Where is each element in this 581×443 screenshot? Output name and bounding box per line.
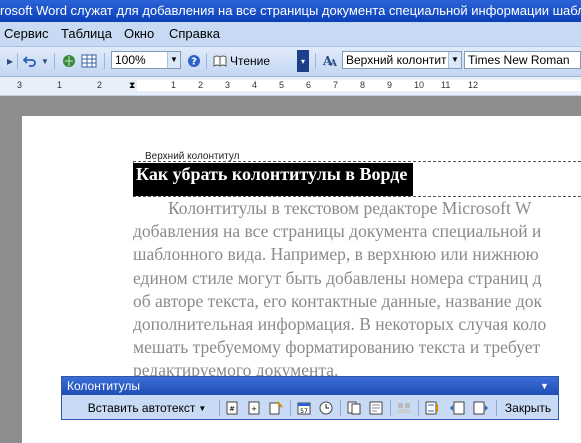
svg-text:#: # [229, 405, 235, 413]
hf-toolbar-title-bar[interactable]: Колонтитулы ▼ [62, 377, 558, 395]
menu-bar: Сервис Таблица Окно Справка [0, 22, 581, 47]
body-line: Колонтитулы в текстовом редакторе Micros… [133, 198, 532, 218]
undo-dropdown-icon[interactable]: ▼ [40, 52, 50, 70]
chevron-down-icon[interactable]: ▼ [167, 52, 180, 68]
svg-text:A: A [329, 59, 338, 68]
horizontal-ruler[interactable]: 3 1 2 ⧗ 1 2 3 4 5 6 7 8 9 10 11 12 [0, 77, 581, 96]
ruler-indent-marker[interactable]: ⧗ [129, 80, 135, 91]
insert-page-count-icon[interactable]: + [246, 399, 262, 417]
insert-date-icon[interactable]: 57 [296, 399, 312, 417]
close-button[interactable]: Закрыть [502, 399, 554, 417]
body-line: об авторе текста, его контактные данные,… [133, 290, 543, 311]
body-line: добавления на все страницы документа спе… [133, 221, 542, 242]
zoom-combo[interactable]: 100% ▼ [111, 51, 181, 69]
zoom-value: 100% [115, 53, 146, 67]
styles-icon[interactable]: AA [321, 52, 339, 70]
chevron-down-icon[interactable]: ▼ [448, 52, 461, 68]
book-icon [213, 55, 227, 67]
insert-autotext-button[interactable]: Вставить автотекст ▼ [82, 399, 212, 417]
same-as-previous-icon[interactable] [396, 399, 412, 417]
svg-text:57: 57 [300, 408, 308, 415]
show-hide-text-icon[interactable] [368, 399, 384, 417]
switch-header-footer-icon[interactable] [424, 399, 442, 417]
body-line: дополнительная информация. В некоторых с… [133, 313, 547, 334]
font-value: Times New Roman [468, 53, 570, 67]
header-heading[interactable]: Как убрать колонтитулы в Ворде [133, 163, 414, 196]
menu-item-help[interactable]: Справка [169, 26, 220, 41]
standard-toolbar: ▸ ▼ 100% ▼ ? Чтение ▾ AA Верхний колонти… [0, 47, 581, 77]
page-setup-icon[interactable] [346, 399, 362, 417]
table-icon[interactable] [80, 52, 98, 70]
body-line: мешать требуемому форматированию текста … [133, 337, 541, 358]
show-next-icon[interactable] [472, 399, 490, 417]
toolbar-overflow-icon[interactable]: ▸ [4, 52, 16, 70]
window-title-bar: rosoft Word служат для добавления на все… [0, 0, 581, 22]
undo-icon[interactable] [22, 52, 38, 70]
svg-text:+: + [251, 405, 257, 413]
body-line: едином стиле могут быть добавлены номера… [133, 267, 542, 288]
document-body[interactable]: Колонтитулы в текстовом редакторе Micros… [133, 197, 581, 383]
menu-item-table[interactable]: Таблица [61, 26, 112, 41]
show-previous-icon[interactable] [448, 399, 466, 417]
toolbar-options-icon[interactable]: ▾ [297, 50, 309, 72]
help-icon[interactable]: ? [186, 52, 202, 70]
window-title: rosoft Word служат для добавления на все… [0, 3, 581, 18]
toolbar-options-icon[interactable]: ▼ [540, 380, 552, 392]
font-combo[interactable]: Times New Roman [464, 51, 581, 69]
reading-label: Чтение [230, 54, 271, 68]
style-value: Верхний колонтит [346, 53, 447, 67]
insert-time-icon[interactable] [318, 399, 334, 417]
format-page-number-icon[interactable] [268, 399, 284, 417]
header-footer-toolbar: Колонтитулы ▼ Вставить автотекст ▼ # + 5… [61, 376, 559, 420]
menu-item-window[interactable]: Окно [124, 26, 154, 41]
chevron-down-icon: ▼ [198, 403, 207, 413]
hyperlink-icon[interactable] [60, 52, 78, 70]
reading-button[interactable]: Чтение [213, 52, 275, 70]
menu-item-service[interactable]: Сервис [4, 26, 49, 41]
hf-toolbar-title: Колонтитулы [67, 379, 141, 393]
insert-page-number-icon[interactable]: # [224, 399, 240, 417]
style-combo[interactable]: Верхний колонтит ▼ [342, 51, 462, 69]
svg-text:?: ? [191, 57, 197, 68]
body-line: шаблонного вида. Например, в верхнюю или… [133, 244, 539, 265]
